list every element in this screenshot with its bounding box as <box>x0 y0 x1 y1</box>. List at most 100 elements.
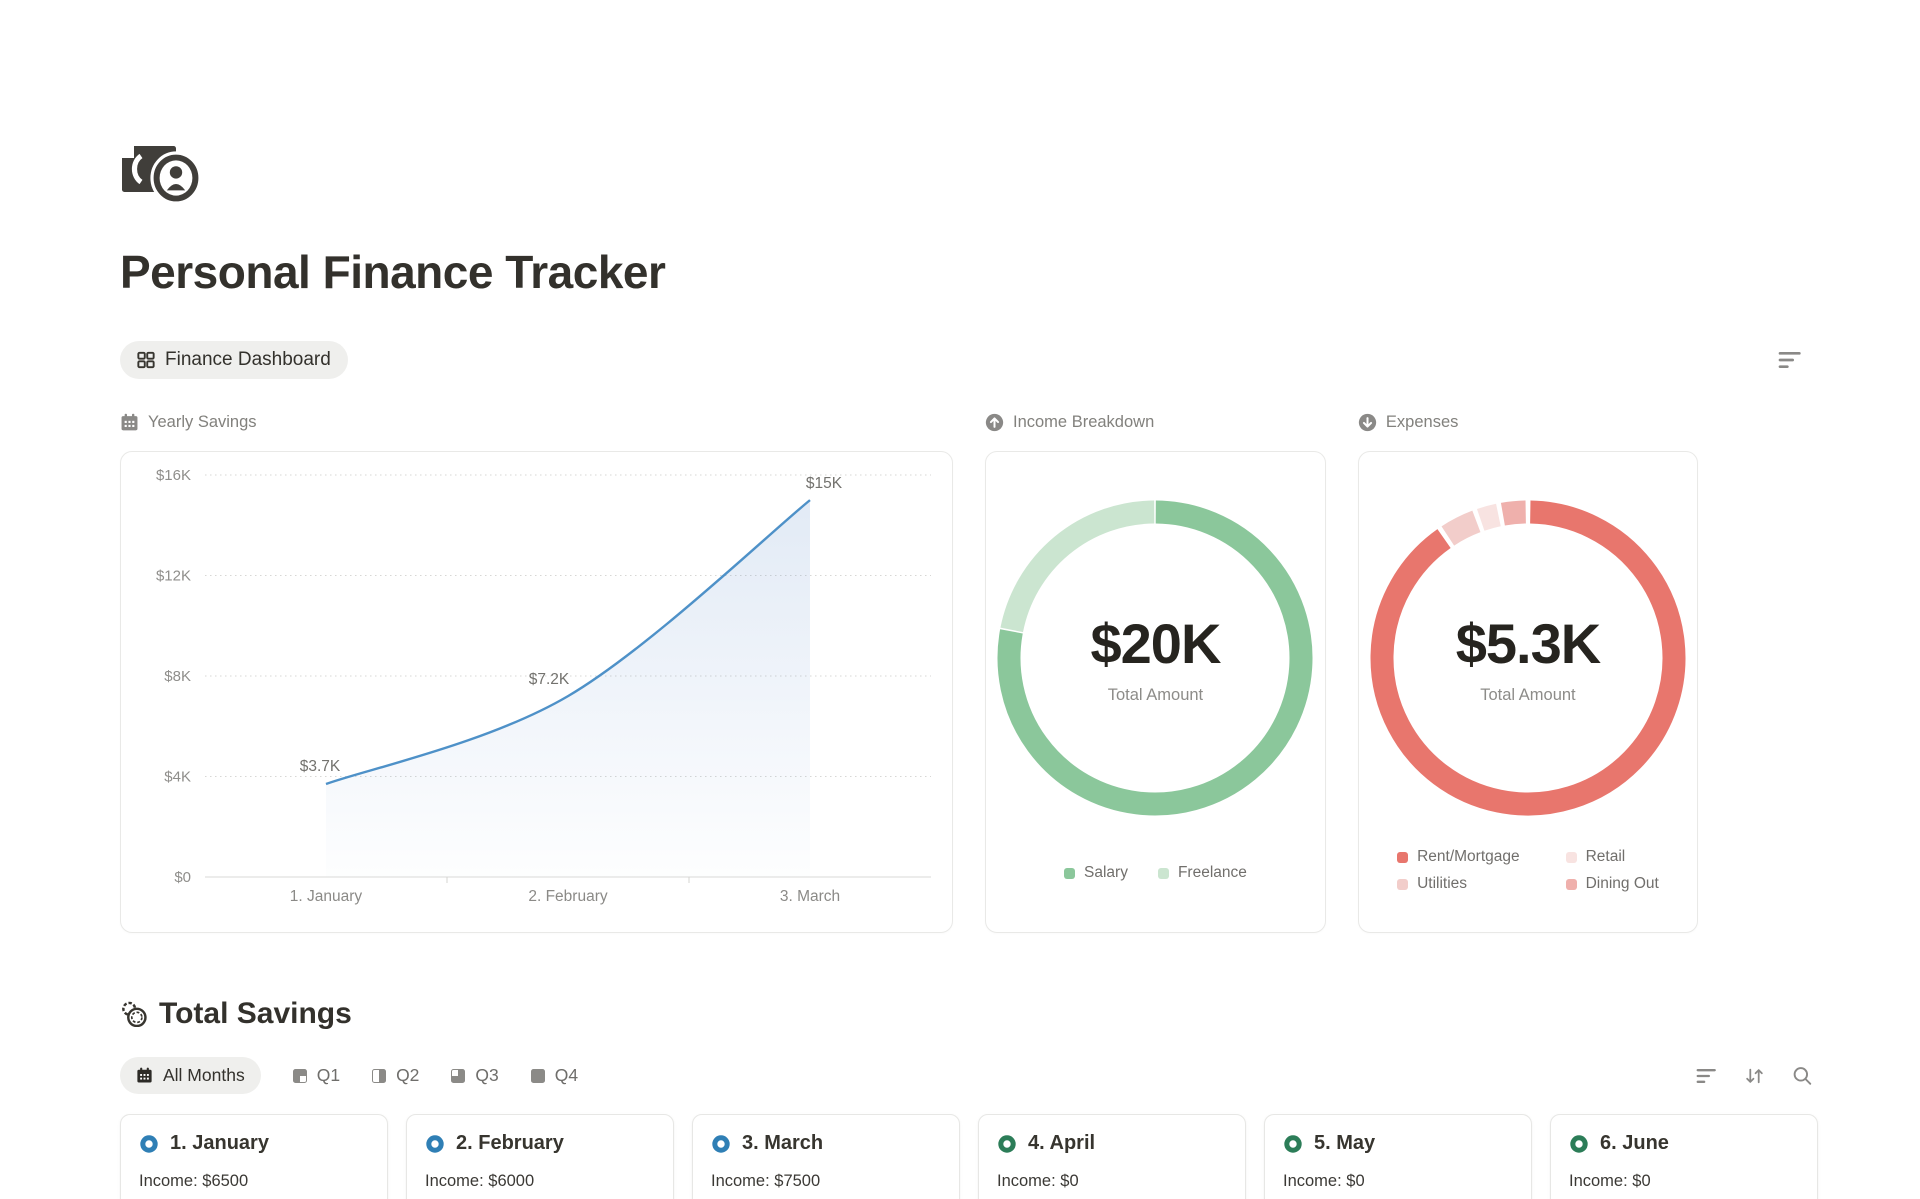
y-tick-label: $4K <box>164 769 191 786</box>
yearly-savings-header: Yearly Savings <box>120 411 953 433</box>
tab-label: All Months <box>163 1065 245 1086</box>
month-income: Income: $0 <box>1569 1172 1799 1191</box>
month-card[interactable]: 1. January Income: $6500 <box>120 1114 388 1199</box>
quarter-3-icon <box>451 1069 465 1083</box>
legend-item: Retail <box>1566 848 1659 866</box>
income-total: $20K <box>1091 611 1221 676</box>
tab-q3[interactable]: Q3 <box>451 1065 498 1086</box>
total-savings-heading: Total Savings <box>120 997 1698 1031</box>
arrow-down-circle-icon <box>1358 413 1377 432</box>
tab-label: Q3 <box>475 1065 498 1086</box>
expenses-donut-center: $5.3K Total Amount <box>1368 498 1688 818</box>
x-category-label: 2. February <box>528 888 608 905</box>
filter-icon <box>1778 349 1802 371</box>
expenses-total-sublabel: Total Amount <box>1480 686 1575 705</box>
month-label: 5. May <box>1314 1132 1375 1155</box>
tab-label: Q2 <box>396 1065 419 1086</box>
view-tab-finance-dashboard[interactable]: Finance Dashboard <box>120 341 348 379</box>
expenses-section: Expenses $5.3K Total Amount Rent/Mortgag… <box>1358 411 1698 933</box>
filter-button[interactable] <box>1696 1066 1717 1086</box>
legend-label: Rent/Mortgage <box>1417 848 1520 866</box>
legend-swatch <box>1397 879 1408 890</box>
chart-title: Yearly Savings <box>148 413 257 432</box>
tab-q4[interactable]: Q4 <box>531 1065 578 1086</box>
record-ring-icon <box>1283 1134 1303 1154</box>
month-label: 1. January <box>170 1132 269 1155</box>
total-savings-title: Total Savings <box>159 997 352 1031</box>
legend-label: Utilities <box>1417 875 1467 893</box>
legend-item: Rent/Mortgage <box>1397 848 1520 866</box>
months-tabs-row: All Months Q1 Q2 Q3 Q4 <box>120 1057 1818 1094</box>
expenses-donut: $5.3K Total Amount <box>1368 498 1688 818</box>
page-content: Personal Finance Tracker Finance Dashboa… <box>0 0 1698 1199</box>
tab-label: Q4 <box>555 1065 578 1086</box>
dashboard-icon <box>137 351 155 369</box>
yearly-savings-section: Yearly Savings $0$4K$8K$12K$16K1. Januar… <box>120 411 953 933</box>
legend-label: Retail <box>1586 848 1626 866</box>
view-toolbar: Finance Dashboard <box>120 341 1818 379</box>
legend-item: Utilities <box>1397 875 1520 893</box>
record-ring-icon <box>1569 1134 1589 1154</box>
income-total-sublabel: Total Amount <box>1108 686 1203 705</box>
month-card[interactable]: 6. June Income: $0 <box>1550 1114 1818 1199</box>
month-income: Income: $6500 <box>139 1172 369 1191</box>
chart-title: Expenses <box>1386 413 1458 432</box>
arrow-up-circle-icon <box>985 413 1004 432</box>
charts-row: Yearly Savings $0$4K$8K$12K$16K1. Januar… <box>120 411 1698 933</box>
tab-label: Q1 <box>317 1065 340 1086</box>
yearly-savings-card: $0$4K$8K$12K$16K1. January2. February3. … <box>120 451 953 933</box>
view-tab-label: Finance Dashboard <box>165 349 331 371</box>
table-actions <box>1696 1066 1813 1086</box>
x-category-label: 3. March <box>780 888 840 905</box>
expenses-total: $5.3K <box>1456 611 1600 676</box>
income-donut-center: $20K Total Amount <box>995 498 1315 818</box>
income-breakdown-section: Income Breakdown $20K Total Amount Salar… <box>985 411 1326 933</box>
calendar-icon <box>120 413 139 432</box>
month-card-title: 1. January <box>139 1132 369 1155</box>
y-tick-label: $16K <box>156 467 191 484</box>
record-ring-icon <box>425 1134 445 1154</box>
month-card-title: 4. April <box>997 1132 1227 1155</box>
month-card[interactable]: 3. March Income: $7500 <box>692 1114 960 1199</box>
month-income: Income: $6000 <box>425 1172 655 1191</box>
search-icon <box>1792 1066 1813 1086</box>
income-breakdown-header: Income Breakdown <box>985 411 1326 433</box>
app: { "header": { "icon": "money-icon", "tit… <box>0 0 1920 1199</box>
income-legend: Salary Freelance <box>1064 864 1247 882</box>
filter-button[interactable] <box>1778 349 1802 371</box>
legend-swatch <box>1158 868 1169 879</box>
legend-swatch <box>1566 879 1577 890</box>
month-card[interactable]: 4. AprilIncome: $0 <box>978 1114 1246 1199</box>
month-income: Income: $0 <box>1283 1172 1513 1191</box>
record-ring-icon <box>139 1134 159 1154</box>
month-card-title: 6. June <box>1569 1132 1799 1155</box>
expenses-header: Expenses <box>1358 411 1698 433</box>
legend-item: Dining Out <box>1566 875 1659 893</box>
legend-label: Salary <box>1084 864 1128 882</box>
chart-title: Income Breakdown <box>1013 413 1154 432</box>
search-button[interactable] <box>1792 1066 1813 1086</box>
month-card[interactable]: 2. February Income: $6000 <box>406 1114 674 1199</box>
legend-item: Salary <box>1064 864 1128 882</box>
income-breakdown-card: $20K Total Amount Salary Freelance <box>985 451 1326 933</box>
month-income: Income: $7500 <box>711 1172 941 1191</box>
month-cards-grid: 1. January Income: $6500 2. February Income… <box>120 1114 1818 1199</box>
month-card-title: 3. March <box>711 1132 941 1155</box>
calendar-icon <box>136 1067 153 1084</box>
month-label: 6. June <box>1600 1132 1669 1155</box>
x-category-label: 1. January <box>290 888 363 905</box>
month-label: 3. March <box>742 1132 823 1155</box>
legend-item: Freelance <box>1158 864 1247 882</box>
sort-button[interactable] <box>1744 1066 1765 1086</box>
month-label: 2. February <box>456 1132 564 1155</box>
legend-swatch <box>1566 852 1577 863</box>
expenses-card: $5.3K Total Amount Rent/Mortgage Utilitie… <box>1358 451 1698 933</box>
tab-q1[interactable]: Q1 <box>293 1065 340 1086</box>
record-ring-icon <box>997 1134 1017 1154</box>
quarter-2-icon <box>372 1069 386 1083</box>
tab-all-months[interactable]: All Months <box>120 1057 261 1094</box>
tab-q2[interactable]: Q2 <box>372 1065 419 1086</box>
record-ring-icon <box>711 1134 731 1154</box>
expenses-legend: Rent/Mortgage Utilities Retail Dining Out <box>1397 848 1659 893</box>
month-card[interactable]: 5. May Income: $0 <box>1264 1114 1532 1199</box>
